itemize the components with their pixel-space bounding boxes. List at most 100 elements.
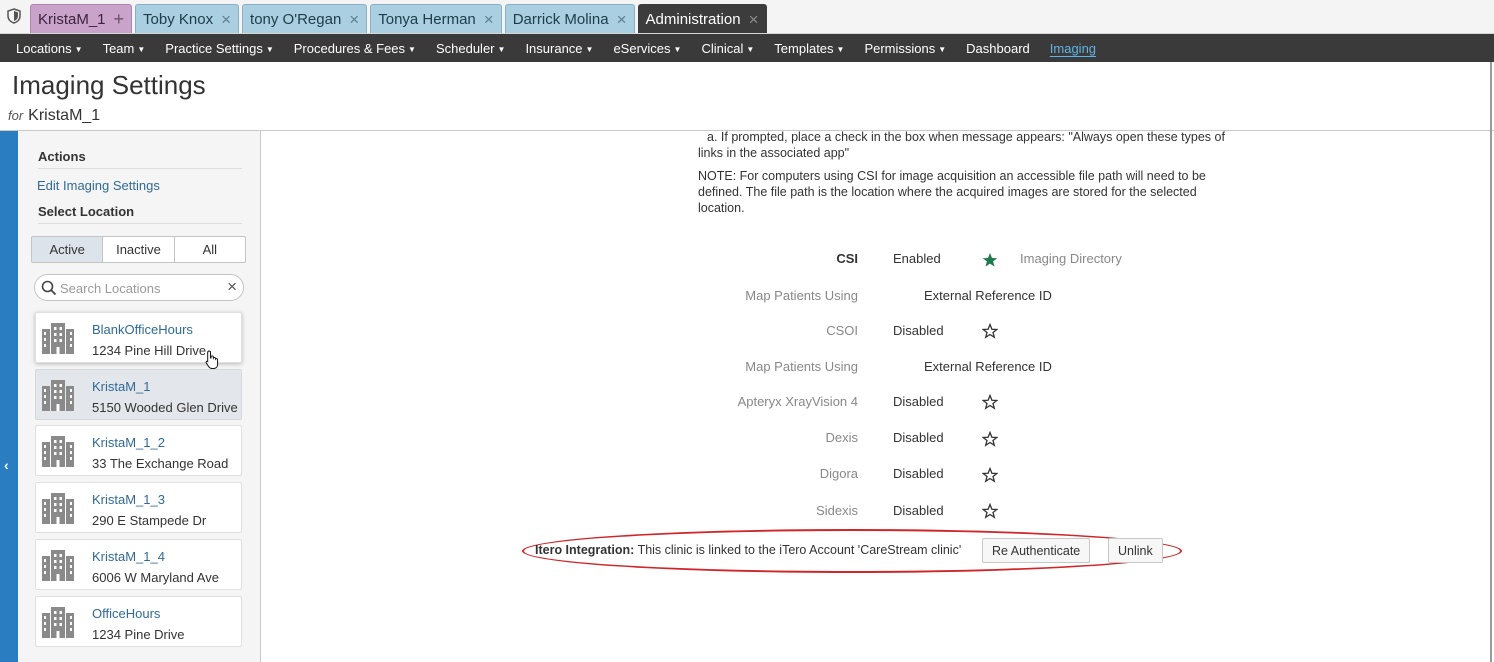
building-icon [42,550,74,581]
caret-down-icon: ▼ [836,44,845,54]
location-name: KristaM_1 [92,379,151,394]
location-address: 1234 Pine Hill Drive [92,343,207,358]
itero-label: Itero Integration: [535,543,635,557]
star-outline-icon[interactable] [982,394,998,410]
caret-down-icon: ▼ [408,44,416,54]
building-icon [42,380,74,411]
tab-toby-knox[interactable]: Toby Knox × [135,4,240,33]
imaging-settings-content: a. If prompted, place a check in the box… [262,130,1490,662]
location-name: BlankOfficeHours [92,322,193,337]
nav-procedures-fees[interactable]: Procedures & Fees ▼ [294,41,416,56]
caret-down-icon: ▼ [74,44,83,54]
nav-practice-settings[interactable]: Practice Settings ▼ [165,41,273,56]
caret-down-icon: ▼ [746,44,755,54]
nav-dashboard[interactable]: Dashboard [966,41,1030,56]
nav-team[interactable]: Team ▼ [103,41,146,56]
location-name: KristaM_1_4 [92,549,165,564]
caret-down-icon: ▼ [585,44,594,54]
dexis-label: Dexis [825,430,858,445]
imaging-directory-label[interactable]: Imaging Directory [1020,251,1122,266]
chevron-left-icon[interactable]: ‹ [4,457,9,473]
nav-label: Scheduler [435,40,495,56]
building-icon [42,607,74,638]
location-item-officehours[interactable]: OfficeHours 1234 Pine Drive [35,596,242,647]
star-outline-icon[interactable] [982,431,998,447]
tab-darrick-molina[interactable]: Darrick Molina × [504,4,635,33]
nav-imaging[interactable]: Imaging [1050,41,1096,56]
location-address: 1234 Pine Drive [92,627,185,642]
nav-eservices[interactable]: eServices ▼ [613,41,681,56]
nav-permissions[interactable]: Permissions ▼ [864,41,946,56]
csi-label: CSI [836,251,858,266]
tab-label: KristaM_1 [38,10,106,28]
location-filter: Active Inactive All [31,236,246,263]
star-outline-icon[interactable] [982,467,998,483]
building-icon [42,493,74,524]
csi-map-patients-value[interactable]: External Reference ID [924,288,1052,303]
page-header: Imaging Settings for KristaM_1 [0,62,1494,131]
nav-label: Permissions [864,40,936,56]
unlink-button[interactable]: Unlink [1108,538,1163,563]
nav-templates[interactable]: Templates ▼ [774,41,844,56]
nav-label: Procedures & Fees [293,40,406,56]
nav-label: Insurance [525,40,583,56]
nav-scheduler[interactable]: Scheduler ▼ [436,41,505,56]
window-edge [1490,62,1492,662]
add-icon[interactable]: + [114,10,125,28]
nav-label: Templates [774,40,834,56]
sidebar-collapse-rail[interactable]: ‹ [0,131,18,662]
search-locations-input[interactable] [60,279,220,297]
tab-administration[interactable]: Administration × [637,4,767,33]
digora-label: Digora [819,466,858,481]
filter-active-button[interactable]: Active [32,237,104,262]
dexis-status: Disabled [893,430,944,445]
clear-icon[interactable]: × [227,277,237,297]
itero-message: This clinic is linked to the iTero Accou… [637,543,962,557]
star-outline-icon[interactable] [982,323,998,339]
tab-tony-oregan[interactable]: tony O'Regan × [242,4,368,33]
close-icon[interactable]: × [349,11,359,28]
csoi-map-patients-value[interactable]: External Reference ID [924,359,1052,374]
tab-label: Administration [645,10,741,28]
nav-locations[interactable]: Locations ▼ [16,41,83,56]
nav-clinical[interactable]: Clinical ▼ [701,41,754,56]
building-icon [42,436,74,467]
for-label: for [8,108,24,123]
instruction-step-a: a. If prompted, place a check in the box… [698,130,1225,160]
nav-label: Clinical [701,40,744,56]
digora-status: Disabled [893,466,944,481]
star-outline-icon[interactable] [982,503,998,519]
tab-kristam-1[interactable]: KristaM_1 + [30,4,133,33]
sidexis-status: Disabled [893,503,944,518]
apteryx-status: Disabled [893,394,944,409]
caret-down-icon: ▼ [137,44,146,54]
nav-label: Practice Settings [165,40,263,56]
nav-label: eServices [613,40,671,56]
shield-icon [7,8,21,24]
tab-label: Toby Knox [143,10,214,28]
filter-all-button[interactable]: All [175,237,245,262]
location-item-kristam-1-4[interactable]: KristaM_1_4 6006 W Maryland Ave [35,539,242,590]
re-authenticate-button[interactable]: Re Authenticate [982,538,1091,563]
close-icon[interactable]: × [749,11,759,28]
close-icon[interactable]: × [221,11,231,28]
caret-down-icon: ▼ [673,44,682,54]
location-item-kristam-1-3[interactable]: KristaM_1_3 290 E Stampede Dr [35,482,242,533]
sidebar: Actions Edit Imaging Settings Select Loc… [18,131,261,662]
nav-label: Team [102,40,135,56]
close-icon[interactable]: × [617,11,627,28]
location-item-kristam-1-2[interactable]: KristaM_1_2 33 The Exchange Road [35,425,242,476]
location-item-kristam-1[interactable]: KristaM_1 5150 Wooded Glen Drive [35,369,242,420]
location-name: KristaM_1_3 [92,492,165,507]
csi-map-patients-label: Map Patients Using [745,288,858,303]
location-name: OfficeHours [92,606,161,621]
close-icon[interactable]: × [484,11,494,28]
tab-label: Tonya Herman [378,10,476,28]
star-filled-icon[interactable] [982,252,998,268]
nav-label: Dashboard [966,40,1030,56]
edit-imaging-settings-link[interactable]: Edit Imaging Settings [37,178,160,193]
filter-inactive-button[interactable]: Inactive [103,237,175,262]
location-address: 5150 Wooded Glen Drive [92,400,238,415]
nav-insurance[interactable]: Insurance ▼ [525,41,593,56]
tab-tonya-herman[interactable]: Tonya Herman × [370,4,502,33]
